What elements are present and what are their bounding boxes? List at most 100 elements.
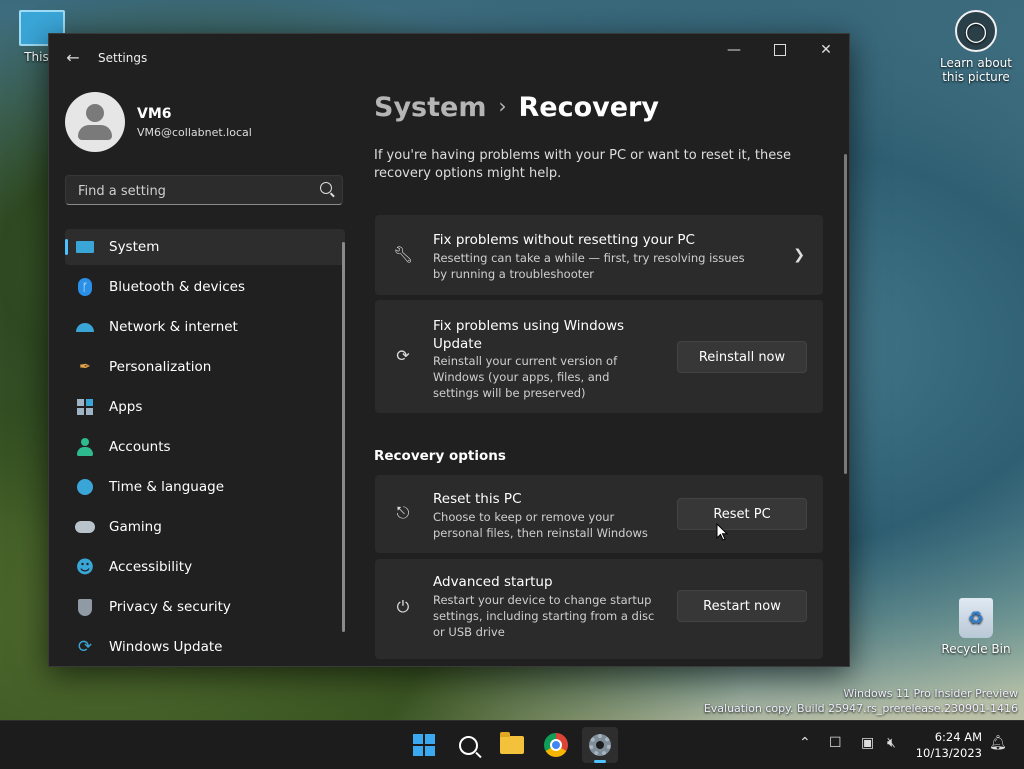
reset-pc-icon: ⎋	[396, 503, 410, 522]
profile-name: VM6	[137, 105, 172, 122]
chevron-up-icon[interactable]: ⌃	[799, 735, 811, 751]
monitor-icon	[75, 237, 95, 257]
wrench-icon: 🔧︎	[393, 245, 414, 264]
volume-muted-icon[interactable]: 🔇︎	[887, 735, 896, 751]
title-bar[interactable]: ← Settings — ✕	[49, 34, 849, 82]
card-reset-this-pc: ⎋ Reset this PC Choose to keep or remove…	[375, 475, 823, 553]
app-title: Settings	[98, 51, 148, 65]
clock-date: 10/13/2023	[915, 746, 982, 760]
card-title: Advanced startup	[433, 574, 553, 590]
start-button[interactable]	[406, 727, 442, 763]
clock[interactable]: 6:24 AM 10/13/2023	[914, 729, 982, 761]
card-fix-without-reset[interactable]: 🔧︎ Fix problems without resetting your P…	[375, 215, 823, 295]
sync-icon: ⟳	[396, 346, 410, 365]
camera-icon: ◯	[955, 10, 997, 52]
user-profile[interactable]: VM6 VM6@collabnet.local	[65, 90, 252, 154]
sidebar-item-label: Gaming	[109, 519, 162, 535]
desktop-recycle-label: Recycle Bin	[941, 642, 1011, 656]
card-desc: Choose to keep or remove your personal f…	[433, 510, 648, 540]
desktop-recycle-bin[interactable]: ♻ Recycle Bin	[936, 598, 1016, 656]
sidebar-item-label: Accessibility	[109, 559, 193, 575]
chrome-button[interactable]	[538, 727, 574, 763]
card-advanced-startup: ⏻ Advanced startup Restart your device t…	[375, 559, 823, 659]
sidebar-item-network[interactable]: Network & internet	[65, 309, 345, 345]
card-fix-using-update: ⟳ Fix problems using Windows Update Rein…	[375, 300, 823, 413]
reinstall-now-button[interactable]: Reinstall now	[677, 341, 807, 373]
mouse-cursor-icon	[716, 523, 728, 541]
wifi-icon	[75, 317, 95, 337]
search-icon[interactable]	[320, 182, 332, 194]
sidebar-item-accessibility[interactable]: ☻ Accessibility	[65, 549, 345, 585]
card-title: Fix problems without resetting your PC	[433, 232, 695, 248]
chevron-right-icon: ›	[498, 94, 507, 118]
card-title: Fix problems using Windows Update	[433, 318, 625, 352]
desktop-learn-about-picture[interactable]: ◯ Learn about this picture	[934, 10, 1018, 84]
file-explorer-button[interactable]	[494, 727, 530, 763]
chrome-icon	[544, 733, 568, 757]
card-desc: Restart your device to change startup se…	[433, 593, 655, 639]
search-icon	[458, 735, 478, 755]
person-icon	[75, 437, 95, 457]
sidebar-scrollbar[interactable]	[342, 242, 345, 632]
search-input[interactable]	[76, 181, 310, 201]
settings-window: ← Settings — ✕ VM6 VM6@collabnet.local S…	[48, 33, 850, 667]
sidebar-item-accounts[interactable]: Accounts	[65, 429, 345, 465]
back-arrow-icon[interactable]: ←	[61, 48, 85, 68]
watermark-line-2: Evaluation copy. Build 25947.rs_prerelea…	[703, 702, 1018, 715]
close-button[interactable]: ✕	[803, 34, 849, 66]
display-icon[interactable]: ▣	[861, 735, 874, 751]
globe-clock-icon	[75, 477, 95, 497]
clock-time: 6:24 AM	[934, 730, 982, 744]
maximize-icon	[774, 44, 786, 56]
avatar	[65, 92, 125, 152]
gear-icon	[589, 734, 611, 756]
settings-taskbar-button[interactable]	[582, 727, 618, 763]
update-icon: ⟳	[77, 637, 93, 657]
notification-bell-icon[interactable]: 🔔︎	[989, 735, 1007, 751]
accessibility-icon: ☻	[75, 556, 95, 578]
sidebar-item-bluetooth[interactable]: ᚵ Bluetooth & devices	[65, 269, 345, 305]
sidebar-item-gaming[interactable]: Gaming	[65, 509, 345, 545]
search-box[interactable]	[65, 175, 343, 205]
restart-now-button[interactable]: Restart now	[677, 590, 807, 622]
folder-icon	[500, 732, 524, 754]
sidebar-item-label: Time & language	[109, 479, 225, 495]
sidebar-item-windows-update[interactable]: ⟳ Windows Update	[65, 629, 345, 665]
sidebar-item-apps[interactable]: Apps	[65, 389, 345, 425]
power-settings-icon: ⏻	[396, 597, 410, 616]
minimize-button[interactable]: —	[711, 34, 757, 66]
maximize-button[interactable]	[757, 34, 803, 66]
desktop-learn-label: Learn about this picture	[940, 56, 1012, 84]
card-title: Reset this PC	[433, 491, 522, 507]
recycle-bin-icon: ♻	[959, 598, 993, 638]
breadcrumb-parent[interactable]: System	[374, 92, 486, 123]
sidebar-item-label: Network & internet	[109, 319, 238, 335]
sidebar-item-system[interactable]: System	[65, 229, 345, 265]
reset-pc-button[interactable]: Reset PC	[677, 498, 807, 530]
page-title: Recovery	[518, 92, 659, 123]
sidebar-item-label: Personalization	[109, 359, 212, 375]
gamepad-icon	[75, 517, 95, 537]
content-scrollbar[interactable]	[844, 154, 847, 474]
sidebar-item-label: Privacy & security	[109, 599, 231, 615]
card-desc: Resetting can take a while — first, try …	[433, 251, 745, 281]
network-disconnected-icon[interactable]: ☐	[829, 735, 842, 751]
watermark-line-1: Windows 11 Pro Insider Preview	[843, 687, 1018, 700]
breadcrumb: System › Recovery	[374, 92, 659, 123]
chevron-right-icon: ❯	[793, 247, 805, 263]
sidebar-item-privacy[interactable]: Privacy & security	[65, 589, 345, 625]
shield-icon	[75, 597, 95, 617]
sidebar-nav: System ᚵ Bluetooth & devices Network & i…	[65, 229, 345, 666]
apps-icon	[75, 397, 95, 417]
taskbar: ⌃ ☐ ▣ 🔇︎ 6:24 AM 10/13/2023 🔔︎	[0, 720, 1024, 769]
sidebar-item-personalization[interactable]: ✒ Personalization	[65, 349, 345, 385]
sidebar-item-label: Windows Update	[109, 639, 223, 655]
intro-text: If you're having problems with your PC o…	[374, 148, 791, 181]
taskbar-search-button[interactable]	[450, 727, 486, 763]
card-desc: Reinstall your current version of Window…	[433, 354, 618, 400]
sidebar-item-label: Bluetooth & devices	[109, 279, 246, 295]
sidebar-item-label: System	[109, 239, 160, 255]
brush-icon: ✒	[79, 359, 91, 375]
windows-watermark: Windows 11 Pro Insider Preview Evaluatio…	[704, 686, 1018, 716]
sidebar-item-time-language[interactable]: Time & language	[65, 469, 345, 505]
